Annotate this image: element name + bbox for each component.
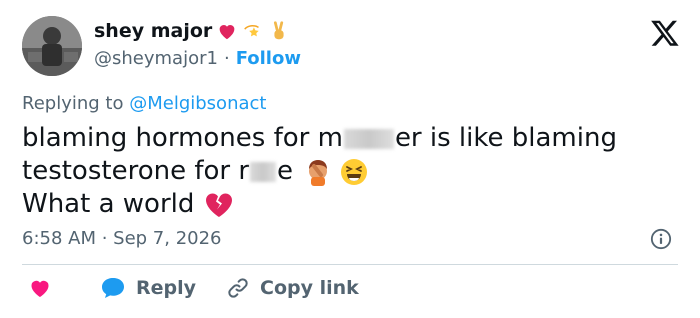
tweet-line-1-start: blaming hormones for m [22, 123, 343, 153]
copy-link-label: Copy link [260, 277, 359, 299]
tweet-line-2-start: testosterone for r [22, 156, 250, 186]
victory-hand-icon [274, 21, 284, 40]
copy-link-button[interactable]: Copy link [226, 276, 359, 300]
action-bar: Reply Copy link [22, 276, 359, 300]
replying-prefix: Replying to [22, 93, 124, 114]
reply-bubble-icon [102, 278, 124, 298]
author-handle-row: @sheymajor1 · Follow [94, 48, 301, 69]
censored-word [343, 128, 394, 149]
tweet-line-2: testosterone for r e [22, 155, 617, 188]
x-logo-icon[interactable] [650, 18, 680, 48]
link-icon [228, 278, 248, 298]
tweet-line-1: blaming hormones for m er is like blamin… [22, 122, 617, 155]
broken-heart-icon [206, 192, 233, 217]
avatar[interactable] [22, 16, 82, 76]
laughing-face-icon [341, 158, 368, 185]
replying-to: Replying to @Melgibsonact [22, 93, 266, 114]
heart-icon [31, 280, 49, 297]
timestamp[interactable]: 6:58 AM · Sep 7, 2026 [22, 228, 222, 249]
author-name-row: shey major [94, 20, 290, 42]
dizzy-star-icon [244, 25, 260, 37]
tweet-line-1-end: er is like blaming [394, 123, 617, 153]
separator-dot: · [223, 48, 230, 69]
author-handle[interactable]: @sheymajor1 [94, 48, 218, 69]
tweet-line-3-text: What a world [22, 189, 195, 219]
replying-mention[interactable]: @Melgibsonact [129, 93, 266, 114]
like-button[interactable] [28, 276, 52, 300]
red-heart-icon [219, 25, 235, 40]
reply-button[interactable]: Reply [100, 276, 196, 300]
tweet-line-2-end: e [277, 156, 294, 186]
facepalm-icon [309, 159, 328, 186]
follow-button[interactable]: Follow [236, 48, 301, 69]
author-name[interactable]: shey major [94, 20, 212, 42]
tweet-text: blaming hormones for m er is like blamin… [22, 122, 617, 221]
tweet-line-3: What a world [22, 188, 617, 221]
reply-label: Reply [136, 277, 197, 299]
avatar-image [22, 16, 82, 76]
info-icon[interactable] [650, 228, 672, 250]
censored-word [250, 161, 277, 182]
divider [22, 264, 678, 265]
